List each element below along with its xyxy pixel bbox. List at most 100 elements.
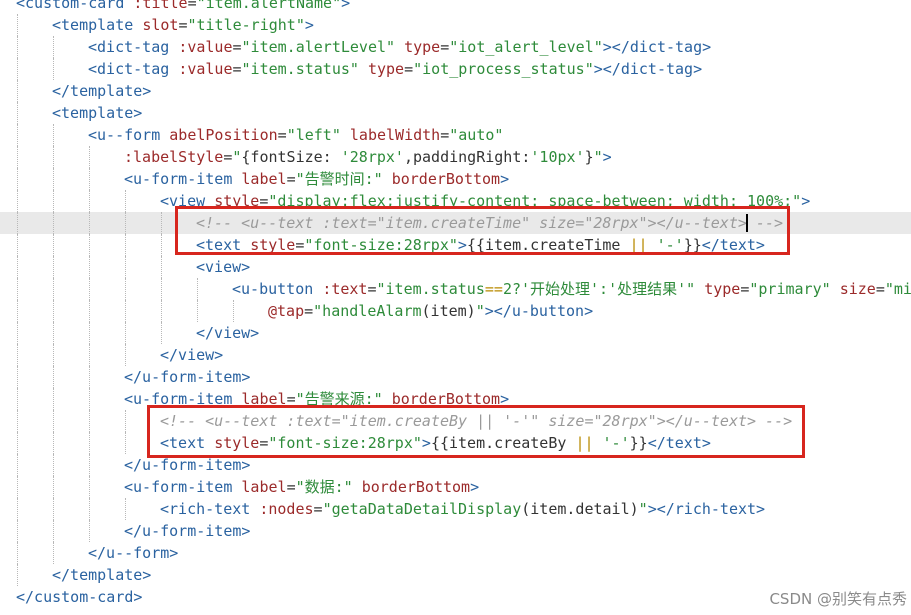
- indent-guide: [53, 410, 54, 432]
- code-line[interactable]: <dict-tag :value="item.status" type="iot…: [0, 58, 911, 80]
- indent-guide: [89, 520, 90, 542]
- code-token: @tap: [268, 302, 305, 320]
- code-token: :title: [133, 0, 188, 12]
- code-token: </view>: [160, 346, 224, 364]
- code-token: "iot_alert_level": [449, 38, 603, 56]
- code-line[interactable]: <dict-tag :value="item.alertLevel" type=…: [0, 36, 911, 58]
- highlight-box-create-by: [147, 405, 805, 458]
- code-line[interactable]: <custom-card :title="item.alertName">: [0, 0, 911, 14]
- code-token: </template>: [52, 566, 152, 584]
- indent-guide: [53, 542, 54, 564]
- code-token: :labelStyle: [124, 148, 224, 166]
- indent-guide: [17, 410, 18, 432]
- code-token: "getaDataDetailDisplay: [322, 500, 522, 518]
- indent-guide: [161, 256, 162, 278]
- code-token: "handleAlarm: [313, 302, 422, 320]
- code-token: ></dict-tag>: [593, 60, 703, 78]
- code-line[interactable]: @tap="handleAlarm(item)"></u-button>: [0, 300, 911, 322]
- indent-guide: [89, 410, 90, 432]
- code-token: =: [232, 38, 242, 56]
- code-line[interactable]: </view>: [0, 322, 911, 344]
- code-line[interactable]: <view>: [0, 256, 911, 278]
- indent-guide: [17, 256, 18, 278]
- code-token: =: [440, 38, 450, 56]
- code-line[interactable]: <u-form-item label="数据:" borderBottom>: [0, 476, 911, 498]
- code-line[interactable]: </template>: [0, 80, 911, 102]
- code-line[interactable]: :labelStyle="{fontSize: '28rpx',paddingR…: [0, 146, 911, 168]
- code-line[interactable]: </u-form-item>: [0, 366, 911, 388]
- code-token: =: [187, 0, 197, 12]
- code-line[interactable]: <template>: [0, 102, 911, 124]
- indent-guide: [125, 234, 126, 256]
- indent-guide: [17, 322, 18, 344]
- indent-guide: [161, 322, 162, 344]
- code-line[interactable]: <u-form-item label="告警时间:" borderBottom>: [0, 168, 911, 190]
- code-text: </u--form>: [88, 542, 178, 564]
- code-text: </custom-card>: [16, 586, 142, 608]
- indent-guide: [17, 520, 18, 542]
- code-line[interactable]: <rich-text :nodes="getaDataDetailDisplay…: [0, 498, 911, 520]
- code-token: =: [313, 500, 323, 518]
- code-token: ></dict-tag>: [602, 38, 712, 56]
- indent-guide: [17, 454, 18, 476]
- code-token: :nodes: [259, 500, 314, 518]
- code-token: ,paddingRight:: [403, 148, 531, 166]
- code-line[interactable]: </u-form-item>: [0, 520, 911, 542]
- indent-guide: [53, 124, 54, 146]
- code-token: </u-form-item>: [124, 368, 251, 386]
- code-line[interactable]: </view>: [0, 344, 911, 366]
- indent-guide: [125, 212, 126, 234]
- indent-guide: [161, 300, 162, 322]
- code-token: =: [286, 170, 296, 188]
- code-token: type: [704, 280, 741, 298]
- indent-guide: [17, 124, 18, 146]
- code-text: </template>: [52, 564, 151, 586]
- code-token: "primary": [749, 280, 831, 298]
- indent-guide: [125, 190, 126, 212]
- indent-guide: [17, 432, 18, 454]
- code-token: "iot_process_status": [413, 60, 594, 78]
- indent-guide: [89, 168, 90, 190]
- code-token: "数据:": [295, 478, 353, 496]
- code-line[interactable]: <u--form abelPosition="left" labelWidth=…: [0, 124, 911, 146]
- code-token: borderBottom: [361, 478, 471, 496]
- code-text: </view>: [160, 344, 223, 366]
- code-token: (item.detail): [521, 500, 639, 518]
- indent-guide: [89, 498, 90, 520]
- code-token: =: [404, 60, 414, 78]
- code-editor[interactable]: <custom-card :title="item.alertName"> <te…: [0, 0, 911, 608]
- indent-guide: [53, 432, 54, 454]
- code-token: labelWidth: [349, 126, 441, 144]
- indent-guide: [53, 190, 54, 212]
- code-token: >: [470, 478, 480, 496]
- code-text: <view>: [196, 256, 250, 278]
- code-line[interactable]: </template>: [0, 564, 911, 586]
- code-text: </u-form-item>: [124, 520, 250, 542]
- code-token: "告警时间:": [295, 170, 383, 188]
- code-token: ": [475, 302, 485, 320]
- indent-guide: [53, 388, 54, 410]
- code-line[interactable]: <u-button :text="item.status==2?'开始处理':'…: [0, 278, 911, 300]
- indent-guide: [17, 14, 18, 36]
- indent-guide: [53, 212, 54, 234]
- indent-guide: [89, 278, 90, 300]
- code-token: slot: [142, 16, 179, 34]
- indent-guide: [125, 322, 126, 344]
- code-token: (item): [421, 302, 476, 320]
- code-line[interactable]: </u--form>: [0, 542, 911, 564]
- code-token: <u-button: [232, 280, 314, 298]
- code-token: type: [367, 60, 405, 78]
- code-token: abelPosition: [169, 126, 278, 144]
- indent-guide: [17, 80, 18, 102]
- indent-guide: [89, 476, 90, 498]
- indent-guide: [89, 212, 90, 234]
- code-token: "item.status": [241, 60, 359, 78]
- code-token: <u-form-item: [124, 478, 233, 496]
- code-line[interactable]: <template slot="title-right">: [0, 14, 911, 36]
- indent-guide: [197, 278, 198, 300]
